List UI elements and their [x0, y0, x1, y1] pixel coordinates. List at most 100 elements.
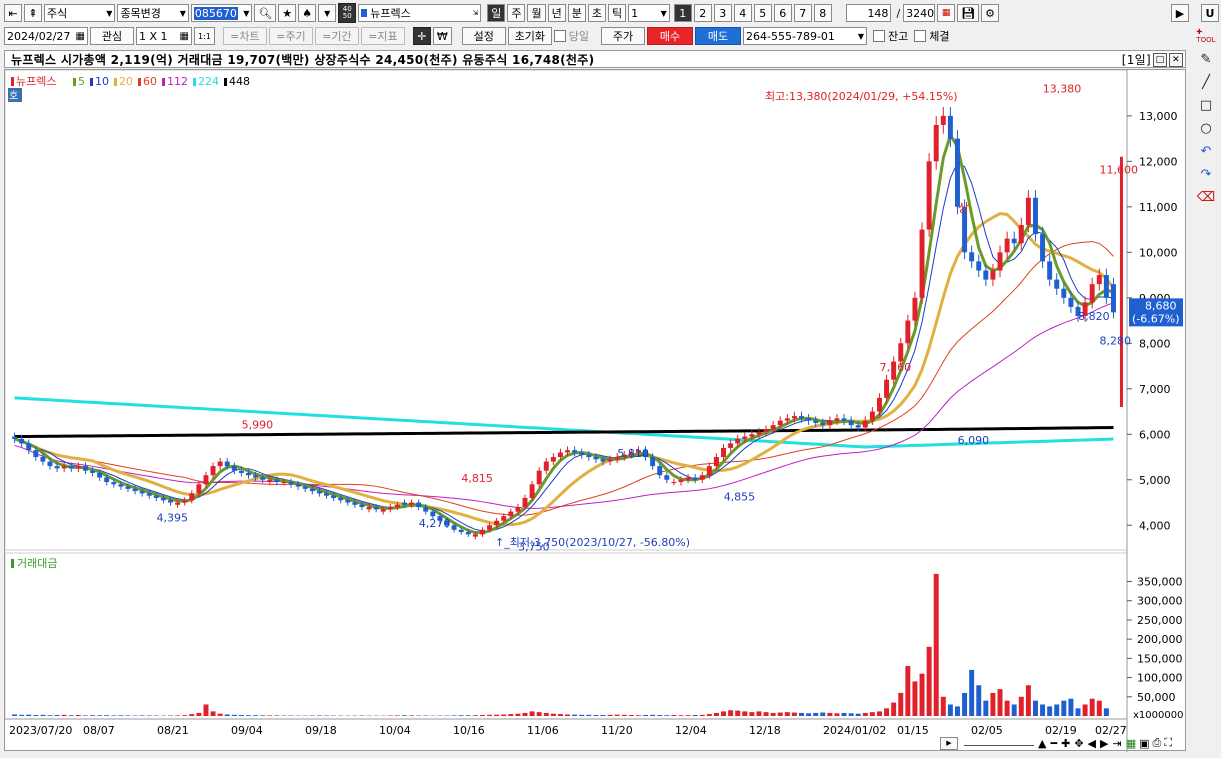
scroll-right-icon[interactable]: ▶: [940, 736, 958, 750]
chart-area[interactable]: 13,000 12,000 11,000 10,000 9,000 8,000 7,000 6…: [4, 69, 1187, 752]
zoom-out-icon[interactable]: ▲: [1038, 737, 1046, 750]
menu-arrow-icon[interactable]: ▼: [318, 4, 337, 22]
layout-button-1[interactable]: 1: [673, 4, 692, 22]
reset-button[interactable]: 초기화: [507, 27, 552, 45]
grid-select[interactable]: 1 X 1 ▦: [136, 27, 192, 45]
eraser-icon[interactable]: ⌫: [1196, 187, 1216, 207]
total-value: 3240: [906, 6, 935, 20]
watch-button[interactable]: 관심: [90, 27, 134, 45]
volume-bar: [799, 712, 804, 716]
move-icon[interactable]: ✥: [1074, 737, 1083, 750]
volume-bar: [246, 715, 251, 716]
gear-icon[interactable]: ⚙: [981, 4, 999, 22]
candle-body: [12, 436, 18, 439]
link-button-2[interactable]: =기간: [314, 27, 359, 45]
price-chart[interactable]: 13,00012,00011,00010,0009,0008,0007,0006…: [4, 69, 1187, 752]
market-select[interactable]: 주식 ▼: [44, 4, 116, 22]
change-stock-select[interactable]: 종목변경 ▼: [117, 4, 189, 22]
period-tab-2[interactable]: 월: [527, 4, 546, 22]
layout-button-6[interactable]: 6: [773, 4, 792, 22]
filled-checkbox[interactable]: [914, 30, 927, 42]
won-icon[interactable]: ₩: [432, 27, 452, 45]
volume-bar: [579, 714, 585, 716]
stock-code-input[interactable]: 085670 ▼: [190, 4, 253, 22]
period-tab-6[interactable]: 틱: [607, 4, 627, 22]
stock-name-field[interactable]: 뉴프렉스 ⇲: [358, 4, 482, 22]
rectangle-icon[interactable]: □: [1196, 95, 1216, 115]
circle-icon[interactable]: ○: [1196, 118, 1216, 138]
balance-checkbox[interactable]: [873, 30, 886, 42]
redo-icon[interactable]: ↷: [1196, 164, 1216, 184]
prev-icon[interactable]: ◀: [1088, 737, 1096, 750]
candle-body: [586, 454, 592, 458]
price-ladder-button[interactable]: 40 50: [338, 3, 357, 23]
line-icon[interactable]: ╱: [1196, 72, 1216, 92]
candle-body: [26, 443, 32, 451]
save-chart-icon[interactable]: ▣: [1139, 737, 1149, 750]
buy-button[interactable]: 매수: [647, 27, 694, 45]
x-tick-label: 09/18: [305, 724, 337, 737]
layout-button-8[interactable]: 8: [813, 4, 832, 22]
next-icon[interactable]: ▶: [1100, 737, 1108, 750]
period-tab-1[interactable]: 주: [507, 4, 526, 22]
price-button[interactable]: 주가: [601, 27, 646, 45]
one-to-one-button[interactable]: 1:1: [194, 27, 215, 45]
date-input[interactable]: 2024/02/27 ▦: [4, 27, 88, 45]
undo-icon[interactable]: ↶: [1196, 141, 1216, 161]
play-icon[interactable]: ▶: [1171, 4, 1189, 22]
count-input[interactable]: 148: [845, 4, 892, 22]
tool-icon[interactable]: ✚ TOOL: [1196, 26, 1216, 46]
candle-body: [862, 420, 868, 428]
period-tab-3[interactable]: 년: [547, 4, 566, 22]
layout-button-3[interactable]: 3: [713, 4, 732, 22]
value-label: 8,820: [1078, 310, 1110, 323]
link-button-1[interactable]: =주기: [268, 27, 313, 45]
candle-body: [324, 493, 329, 496]
candle-body: [650, 457, 656, 467]
candle-body: [593, 457, 599, 460]
layout-button-4[interactable]: 4: [733, 4, 752, 22]
stay-on-top-icon[interactable]: ⇞: [24, 4, 42, 22]
today-checkbox[interactable]: [553, 30, 566, 42]
pencil-icon[interactable]: ✎: [1196, 49, 1216, 69]
volume-bar: [550, 713, 556, 716]
minus-icon[interactable]: ━: [1050, 737, 1057, 750]
volume-bar: [68, 715, 74, 716]
fullscreen-icon[interactable]: ⛶: [1164, 736, 1172, 750]
layout-button-2[interactable]: 2: [693, 4, 712, 22]
plus-icon[interactable]: ✚: [1061, 737, 1070, 750]
period-tab-5[interactable]: 초: [587, 4, 606, 22]
settings-button[interactable]: 설정: [461, 27, 506, 45]
print-icon[interactable]: ⎙: [1153, 736, 1162, 750]
user-icon[interactable]: U: [1201, 4, 1219, 22]
period-value-select[interactable]: 1 ▼: [628, 4, 670, 22]
grid-color-icon[interactable]: ▦: [937, 4, 956, 22]
value-label: 13,380: [1043, 83, 1082, 96]
volume-bar: [884, 708, 890, 716]
spade-icon[interactable]: ♠: [298, 4, 317, 22]
zoom-slider[interactable]: [964, 740, 1034, 746]
candle-body: [926, 161, 932, 230]
volume-bar: [40, 714, 46, 716]
layout-button-5[interactable]: 5: [753, 4, 772, 22]
end-icon[interactable]: ⇥: [1112, 737, 1121, 750]
layout-button-7[interactable]: 7: [793, 4, 812, 22]
star-icon[interactable]: ★: [278, 4, 297, 22]
volume-bar: [997, 689, 1003, 716]
excel-icon[interactable]: ▦: [1126, 737, 1136, 750]
period-tab-0[interactable]: 일: [487, 4, 506, 22]
pin-icon[interactable]: ⇤: [4, 4, 22, 22]
sell-button[interactable]: 매도: [695, 27, 742, 45]
account-select[interactable]: 264-555-789-01 ▼: [743, 27, 868, 45]
link-button-3[interactable]: =지표: [360, 27, 405, 45]
close-icon[interactable]: ✕: [1169, 52, 1183, 67]
link-button-0[interactable]: =차트: [222, 27, 267, 45]
maximize-icon[interactable]: □: [1153, 52, 1167, 67]
period-tab-4[interactable]: 분: [567, 4, 586, 22]
candle-body: [657, 466, 663, 476]
crosshair-icon[interactable]: ✛: [412, 27, 431, 45]
value-label: 5,810: [617, 447, 649, 460]
save-icon[interactable]: 💾︎: [957, 4, 979, 22]
volume-bar: [990, 692, 996, 716]
search-icon[interactable]: 🔍︎: [254, 4, 277, 22]
